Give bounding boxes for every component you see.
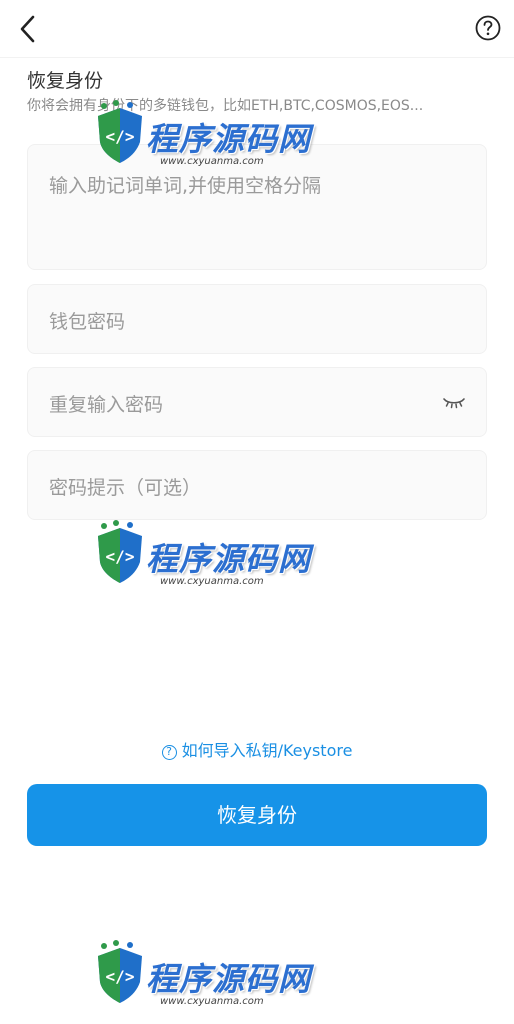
password-hint-placeholder: 密码提示（可选） (49, 477, 202, 499)
question-circle-icon (475, 15, 501, 41)
password-hint-input[interactable]: 密码提示（可选） (27, 450, 487, 520)
watermark-url: www.cxyuanma.com (160, 996, 264, 1007)
chevron-left-icon (20, 15, 35, 43)
repeat-password-placeholder: 重复输入密码 (49, 394, 164, 416)
watermark-brand: 程序源码网 (146, 960, 312, 998)
page-title: 恢复身份 (27, 70, 104, 92)
question-circle-icon: ? (161, 745, 177, 760)
back-button[interactable] (14, 12, 44, 46)
eye-closed-icon[interactable] (442, 394, 466, 410)
watermark-logo-icon: </> (98, 520, 142, 583)
import-link-label: 如何导入私钥/Keystore (181, 741, 353, 760)
import-private-key-link[interactable]: ? 如何导入私钥/Keystore (0, 737, 514, 761)
wallet-password-input[interactable]: 钱包密码 (27, 284, 487, 354)
watermark-url: www.cxyuanma.com (160, 156, 264, 167)
watermark-brand: 程序源码网 (146, 120, 312, 158)
svg-text:</>: </> (106, 127, 135, 146)
restore-identity-screen: 恢复身份 你将会拥有身份下的多链钱包，比如ETH,BTC,COSMOS,EOS.… (0, 0, 514, 1024)
watermark-brand: 程序源码网 (146, 540, 312, 578)
wallet-password-placeholder: 钱包密码 (49, 311, 126, 333)
watermark: </> 程序源码网 www.cxyuanma.com (90, 520, 320, 620)
restore-identity-button[interactable]: 恢复身份 (27, 784, 487, 846)
watermark-logo-icon: </> (98, 940, 142, 1003)
watermark: </> 程序源码网 www.cxyuanma.com (90, 100, 320, 200)
svg-text:</>: </> (106, 547, 135, 566)
svg-text:</>: </> (106, 967, 135, 986)
watermark: </> 程序源码网 www.cxyuanma.com (90, 940, 320, 1024)
help-button[interactable] (474, 14, 502, 42)
watermark-logo-icon: </> (98, 100, 142, 163)
repeat-password-input[interactable]: 重复输入密码 (27, 367, 487, 437)
top-bar (0, 0, 514, 58)
watermark-url: www.cxyuanma.com (160, 576, 264, 587)
